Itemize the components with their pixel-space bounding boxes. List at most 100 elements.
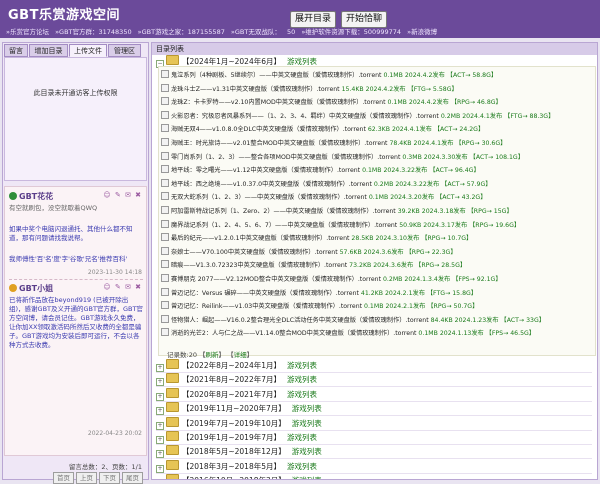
file-checkbox[interactable] [161, 233, 169, 242]
file-checkbox[interactable] [161, 274, 169, 282]
file-row[interactable]: 龙珠斗士Z——v1.31中英文硬盘版（爱情玫瑰制作）.torrent 15.4K… [161, 83, 591, 95]
file-row[interactable]: 地平线：西之绝境——v1.0.37.0中英文硬盘版（爱情玫瑰制作）.torren… [161, 178, 591, 190]
folder-row[interactable]: + 【2019年1月~2019年7月】 游戏列表 [156, 431, 317, 444]
file-checkbox[interactable] [161, 151, 169, 160]
file-checkbox[interactable] [161, 83, 169, 92]
file-row[interactable]: 地平线：零之曙光——v1.12中英文硬盘版（爱情玫瑰制作）.torrent 0.… [161, 165, 591, 176]
file-name[interactable]: 魔界战记系列（1、2、4、5、6、7）——中英文硬盘版（爱情玫瑰制作） [171, 222, 374, 229]
file-row[interactable]: 暗痕——V1.3.0.72323中英文硬盘版（爱情玫瑰制作）.torrent 7… [161, 260, 591, 271]
folder-row[interactable]: + 【2021年8月~2022年7月】 游戏列表 [156, 373, 317, 387]
file-name[interactable]: 怪物猎人：崛起——V16.0.2整合理光全DLC活动任务中英文硬盘版（爱情玫瑰制… [171, 317, 405, 324]
folder-row[interactable]: + 【2018年5月~2018年12月】 游戏列表 [156, 445, 322, 459]
pager-first-button[interactable]: 首页 [53, 472, 74, 484]
file-name[interactable]: 曾迈记忆：Versus 碾碎——中英文硬盘版（爱情玫瑰制作） [171, 290, 336, 297]
official-group-link[interactable]: »GBT官方群：31748350 [55, 28, 132, 36]
folder-title[interactable]: 【2021年8月~2022年7月】 [182, 375, 281, 384]
file-checkbox[interactable] [161, 70, 169, 78]
file-name[interactable]: 曾迈记忆：Reilink——v1.03中英文硬盘版（爱情玫瑰制作） [171, 303, 339, 310]
expand-icon[interactable]: + [156, 464, 164, 473]
file-name[interactable]: 龙珠斗士Z——v1.31中英文硬盘版（爱情玫瑰制作） [171, 86, 316, 93]
folder-row[interactable]: + 【2018年3月~2018年5月】 游戏列表 [156, 459, 317, 473]
folder-game-list-link[interactable]: 游戏列表 [292, 476, 322, 479]
file-checkbox[interactable] [161, 178, 169, 187]
folder-title[interactable]: 【2019年11月~2020年7月】 [182, 404, 286, 413]
pager-last-button[interactable]: 尾页 [122, 472, 143, 484]
file-row[interactable]: 消逝的光芒2：人与仁之战——V1.14.0整合MOD中英文硬盘版（爱情玫瑰制作）… [161, 328, 591, 339]
file-checkbox[interactable] [161, 314, 169, 323]
file-name[interactable]: 最后的纪元——v1.2.0.1中英文硬盘版（爱情玫瑰制作） [171, 235, 326, 242]
file-name[interactable]: 地平线：零之曙光——v1.12中英文硬盘版（爱情玫瑰制作） [171, 167, 337, 174]
forum-link[interactable]: »乐赏官方论坛 [6, 28, 49, 36]
file-name[interactable]: 奈娘士——V70.100中英文硬盘版（爱情玫瑰制作） [171, 249, 314, 256]
file-row[interactable]: 曾迈记忆：Versus 碾碎——中英文硬盘版（爱情玫瑰制作）.torrent 4… [161, 287, 591, 299]
file-name[interactable]: 地平线：西之绝境——v1.0.37.0中英文硬盘版（爱情玫瑰制作） [171, 181, 349, 188]
file-checkbox[interactable] [161, 192, 169, 201]
wushuang-link[interactable]: »GBT无双战队： [231, 28, 281, 36]
tab-add-directory[interactable]: 增加目录 [29, 44, 68, 57]
folder-title[interactable]: 【2018年3月~2018年5月】 [182, 462, 281, 471]
file-row[interactable]: 奈娘士——V70.100中英文硬盘版（爱情玫瑰制作）.torrent 57.6K… [161, 246, 591, 258]
file-name[interactable]: 消逝的光芒2：人与仁之战——V1.14.0整合MOD中英文硬盘版（爱情玫瑰制作） [171, 330, 393, 337]
file-row[interactable]: 鬼泣系列（4种剧板、5继续尔）——中英文硬盘版（爱情玫瑰制作）.torrent … [161, 70, 591, 81]
tab-messages[interactable]: 留言 [4, 44, 28, 57]
folder-game-list-link[interactable]: 游戏列表 [292, 404, 322, 413]
folder-game-list-link[interactable]: 游戏列表 [287, 462, 317, 471]
file-row[interactable]: 海贼王：时光旅诗——v2.01整合MOD中英文硬盘版（爱情玫瑰制作）.torre… [161, 138, 591, 149]
file-row[interactable]: 阿加雷斯特战记系列（1、Zero、2）——中英文硬盘版（爱情玫瑰制作）.torr… [161, 206, 591, 217]
folder-row[interactable]: + 【2016年10月~2018年3月】 游戏列表 [156, 474, 322, 479]
folder-game-list-link[interactable]: 游戏列表 [287, 375, 317, 384]
file-checkbox[interactable] [161, 301, 169, 310]
message-user[interactable]: GBT小姐 [9, 283, 53, 294]
file-name[interactable]: 海贼无双4——v1.0.8.0全DLC中英文硬盘版（爱情玫瑰制作） [171, 126, 343, 133]
file-row[interactable]: 龙珠Z：卡卡罗特——v2.10内置MOD中英文硬盘版（爱情玫瑰制作）.torre… [161, 97, 591, 108]
file-checkbox[interactable] [161, 97, 169, 106]
file-checkbox[interactable] [161, 287, 169, 296]
file-row[interactable]: 零门尚系列（1、2、3）——整合各项MOD中英文硬盘版（爱情玫瑰制作）.torr… [161, 151, 591, 163]
file-checkbox[interactable] [161, 246, 169, 255]
file-name[interactable]: 无双大蛇系列（1、2、3）——中英文硬盘版（爱情玫瑰制作） [171, 194, 344, 201]
file-row[interactable]: 怪物猎人：崛起——V16.0.2整合理光全DLC活动任务中英文硬盘版（爱情玫瑰制… [161, 314, 591, 326]
folder-row[interactable]: + 【2022年8月~2024年1月】 游戏列表 [156, 359, 317, 372]
folder-game-list-link[interactable]: 游戏列表 [287, 390, 317, 399]
file-name[interactable]: 暗痕——V1.3.0.72323中英文硬盘版（爱情玫瑰制作） [171, 262, 324, 269]
folder-title[interactable]: 【2018年5月~2018年12月】 [182, 447, 286, 456]
folder-game-list-link[interactable]: 游戏列表 [287, 361, 317, 370]
expand-icon[interactable]: + [156, 450, 164, 459]
file-checkbox[interactable] [161, 328, 169, 337]
file-checkbox[interactable] [161, 165, 169, 174]
expand-icon[interactable]: + [156, 364, 164, 372]
file-row[interactable]: 曾迈记忆：Reilink——v1.03中英文硬盘版（爱情玫瑰制作）.torren… [161, 301, 591, 312]
message-actions-icon[interactable]: ☺ ✎ ✉ ✖ [103, 191, 142, 199]
pager-next-button[interactable]: 下页 [99, 472, 120, 484]
file-name[interactable]: 鬼泣系列（4种剧板、5继续尔）——中英文硬盘版（爱情玫瑰制作） [171, 72, 358, 79]
folder-row[interactable]: + 【2020年8月~2021年7月】 游戏列表 [156, 387, 317, 401]
folder-title[interactable]: 【2019年7月~2019年10月】 [182, 419, 286, 428]
expand-icon[interactable]: + [156, 378, 164, 387]
file-row[interactable]: 魔界战记系列（1、2、4、5、6、7）——中英文硬盘版（爱情玫瑰制作）.torr… [161, 219, 591, 231]
folder-title[interactable]: 【2022年8月~2024年1月】 [182, 361, 281, 370]
folder-game-list-link[interactable]: 游戏列表 [292, 419, 322, 428]
message-actions-icon[interactable]: ☺ ✎ ✉ ✖ [103, 283, 142, 291]
file-name[interactable]: 火影忍者：究极忍者风暴系列——（1、2、3、4、羁绊）中英文硬盘版（爱情玫瑰制作… [171, 113, 416, 120]
weibo-link[interactable]: »新浪微博 [407, 28, 437, 36]
folder-game-list-link[interactable]: 游戏列表 [292, 447, 322, 456]
file-checkbox[interactable] [161, 124, 169, 133]
pager-prev-button[interactable]: 上页 [76, 472, 97, 484]
folder-game-list-link[interactable]: 游戏列表 [287, 57, 317, 66]
file-checkbox[interactable] [161, 219, 169, 228]
expand-icon[interactable]: + [156, 421, 164, 430]
file-row[interactable]: 火影忍者：究极忍者风暴系列——（1、2、3、4、羁绊）中英文硬盘版（爱情玫瑰制作… [161, 110, 591, 122]
software-download-link[interactable]: »维护软件资源下载：500999774 [301, 28, 401, 36]
tab-admin[interactable]: 管理区 [108, 44, 141, 57]
file-name[interactable]: 龙珠Z：卡卡罗特——v2.10内置MOD中英文硬盘版（爱情玫瑰制作） [171, 99, 362, 106]
refresh-link[interactable]: 刷新 [206, 351, 219, 359]
expand-icon[interactable]: + [156, 436, 164, 444]
folder-row[interactable]: + 【2019年7月~2019年10月】 游戏列表 [156, 416, 322, 430]
file-checkbox[interactable] [161, 138, 169, 146]
file-row[interactable]: 无双大蛇系列（1、2、3）——中英文硬盘版（爱情玫瑰制作）.torrent 0.… [161, 192, 591, 203]
expand-icon[interactable]: + [156, 407, 164, 416]
file-checkbox[interactable] [161, 110, 169, 119]
file-name[interactable]: 阿加雷斯特战记系列（1、Zero、2）——中英文硬盘版（爱情玫瑰制作） [171, 208, 373, 215]
file-name[interactable]: 零门尚系列（1、2、3）——整合各项MOD中英文硬盘版（爱情玫瑰制作） [171, 154, 377, 161]
tab-upload-file[interactable]: 上传文件 [69, 44, 107, 57]
